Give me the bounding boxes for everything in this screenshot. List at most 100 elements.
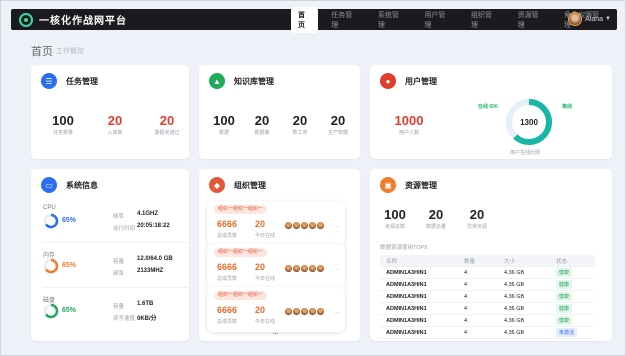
cell-name: ADMIN1A3HIN1: [386, 317, 427, 324]
org-name-tag[interactable]: 组织一组织一组织一: [214, 291, 268, 300]
more-dots-icon[interactable]: ...: [335, 309, 339, 315]
org-name-tag[interactable]: 组织一组织一组织一: [214, 205, 268, 214]
avatar[interactable]: [568, 12, 583, 26]
cell-name: ADMIN1A3HIN1: [386, 281, 427, 288]
stat: 20 入库数: [83, 113, 147, 136]
system-row: 内存 65% 容量 12.0/64.0 GB 频率 2133MHZ: [43, 248, 203, 288]
member-count: 6666: [217, 219, 238, 229]
stat-value: 20: [159, 113, 175, 128]
column-header: 名称: [386, 258, 398, 265]
nav-home[interactable]: 首页: [291, 6, 319, 33]
page-subtitle: 工作概览: [56, 48, 84, 55]
online-count: 20: [255, 219, 266, 229]
stat: 1000 用户人数: [384, 113, 434, 136]
resource-card: ▣ 资源管理 100 资源总数 20 数据总量 20 异常资源 数据资源使用TOP8 …: [370, 169, 612, 341]
info-key: 容量: [113, 259, 125, 265]
cell-status: 未激活: [550, 328, 595, 337]
top-navbar: 一核化作战网平台 首页 任务管理 系统管理 用户管理 组织管理 资源管理 角色权…: [11, 6, 617, 33]
more-dots-icon[interactable]: ...: [335, 266, 339, 272]
stat: 20 数工序: [281, 113, 319, 136]
stat-value: 20: [469, 207, 485, 222]
resource-stats: 100 资源总数 20 数据总量 20 异常资源: [380, 207, 492, 230]
org-item[interactable]: 组织一组织一组织一 6666 总成员数 20 今日在线...: [207, 201, 345, 246]
status-badge: 健康: [556, 316, 573, 325]
cell-count: 4: [464, 317, 468, 324]
nav-tasks[interactable]: 任务管理: [324, 7, 365, 33]
org-name-tag[interactable]: 组织一组织一组织一: [214, 248, 268, 257]
cell-size: 4.36 GB: [504, 293, 525, 300]
table-row[interactable]: ADMIN1A3HIN1 4 4.36 GB 健康: [380, 303, 595, 315]
cell-size: 4.36 GB: [504, 317, 525, 324]
stat-label: 数据总量: [425, 224, 446, 230]
card-title: 资源管理: [405, 180, 437, 190]
task-icon: ☰: [41, 73, 57, 89]
chevron-down-icon[interactable]: ▼: [605, 16, 611, 22]
task-card: ☰ 任务管理 100 任务数量 20 入库数 20 警报未通过: [31, 65, 189, 159]
stat-label: 数工序: [292, 130, 308, 136]
table-row[interactable]: ADMIN1A3HIN1 4 4.36 GB 健康: [380, 315, 595, 327]
system-card: ▭ 系统信息 CPU 65% 频率 4.1GHZ 运行时间 20:05:18:22 内存 65…: [31, 169, 203, 341]
task-stats: 100 任务数量 20 入库数 20 警报未通过: [43, 113, 187, 136]
table-caption: 数据资源使用TOP8: [380, 245, 428, 251]
stat: 100 数据: [205, 113, 243, 136]
member-avatars: [284, 307, 325, 316]
nav-system[interactable]: 系统管理: [371, 7, 412, 33]
table-row[interactable]: ADMIN1A3HIN1 4 4.36 GB 未激活: [380, 327, 595, 339]
member-count: 6666: [217, 262, 238, 272]
stat-label: 生产数据: [327, 130, 348, 136]
stat-value: 100: [213, 113, 235, 128]
cell-status: 健康: [550, 304, 595, 313]
info-value: 20:05:18:22: [137, 223, 170, 229]
card-title: 用户管理: [405, 76, 437, 86]
org-item[interactable]: 组织一组织一组织一 6666 总成员数 20 今日在线...: [207, 244, 345, 289]
more-indicator[interactable]: ...: [273, 330, 278, 336]
user-name[interactable]: Alana: [585, 16, 603, 23]
app-title: 一核化作战网平台: [39, 16, 127, 27]
table-row[interactable]: ADMIN1A3HIN1 4 4.36 GB 健康: [380, 267, 595, 279]
user-menu[interactable]: Alana ▼: [568, 12, 611, 26]
nav-org[interactable]: 组织管理: [464, 7, 505, 33]
cell-status: 健康: [550, 268, 595, 277]
stat-label: 数据量: [254, 130, 270, 136]
stat-label: 数据: [218, 130, 229, 136]
status-badge: 健康: [556, 280, 573, 289]
more-dots-icon[interactable]: ...: [335, 223, 339, 229]
status-badge: 健康: [556, 268, 573, 277]
usage-ring: [43, 258, 59, 274]
stat: 20 生产数据: [319, 113, 357, 136]
member-count-label: 总成员数: [217, 319, 238, 325]
page-title: 首页: [31, 46, 53, 58]
member-avatars: [284, 221, 325, 230]
usage-ring: [43, 213, 59, 229]
system-row: 磁盘 65% 容量 1.6TB 读写速度 0KB/分: [43, 293, 203, 333]
user-total: 1000 用户人数: [384, 113, 434, 136]
table-row[interactable]: ADMIN1A3HIN1 4 4.36 GB 健康: [380, 279, 595, 291]
column-header: 状态: [556, 258, 568, 265]
cell-count: 4: [464, 281, 468, 288]
status-badge: 健康: [556, 292, 573, 301]
system-row-label: CPU: [43, 205, 56, 211]
status-badge: 未激活: [556, 328, 578, 337]
card-title: 组织管理: [234, 180, 266, 190]
knowledge-stats: 100 数据 20 数据量 20 数工序 20 生产数据: [205, 113, 357, 136]
org-item[interactable]: 组织一组织一组织一 6666 总成员数 20 今日在线...: [207, 287, 345, 332]
stat-value: 20: [107, 113, 123, 128]
info-value: 4.1GHZ: [137, 211, 159, 217]
cell-status: 健康: [550, 292, 595, 301]
usage-percent: 65%: [62, 307, 77, 314]
resource-table: 数据资源使用TOP8 名称 数量 大小 状态 ADMIN1A3HIN1 4 4.36…: [380, 243, 595, 339]
cell-status: 健康: [550, 280, 595, 289]
stat: 100 资源总数: [380, 207, 410, 230]
nav-resources[interactable]: 资源管理: [511, 7, 552, 33]
stat-value: 20: [292, 113, 308, 128]
stat-value: 100: [52, 113, 74, 128]
cell-name: ADMIN1A3HIN1: [386, 293, 427, 300]
member-avatars: [284, 264, 325, 273]
nav-users[interactable]: 用户管理: [417, 7, 458, 33]
avatar: [316, 264, 325, 273]
stat: 20 警报未通过: [147, 113, 187, 136]
resource-icon: ▣: [380, 177, 396, 193]
knowledge-card: ▲ 知识库管理 100 数据 20 数据量 20 数工序 20 生产数据: [199, 65, 360, 159]
table-row[interactable]: ADMIN1A3HIN1 4 4.36 GB 健康: [380, 291, 595, 303]
info-value: 12.0/64.0 GB: [137, 256, 173, 262]
